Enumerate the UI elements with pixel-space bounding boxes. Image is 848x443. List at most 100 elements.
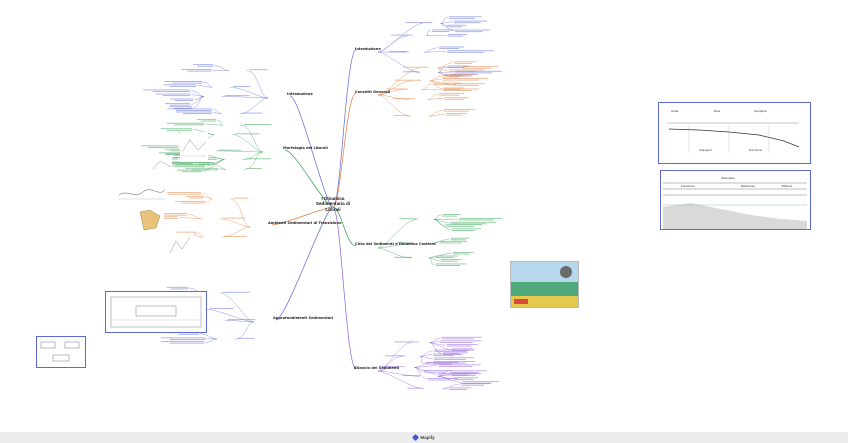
branch-right-3[interactable]: Ciclo dei Sedimenti e Dinamica Costiera xyxy=(355,242,436,246)
leaf-text-line xyxy=(143,89,190,91)
leaf-text-line xyxy=(442,79,479,81)
leaf-text-line xyxy=(227,319,256,321)
branch-right-1[interactable]: Introduzione xyxy=(355,47,381,51)
branch-left-1[interactable]: Introduzione xyxy=(287,92,313,96)
leaf-text-line xyxy=(442,74,464,76)
leaf-text-line xyxy=(443,109,476,110)
leaf-text-line xyxy=(448,34,468,35)
leaf-text-line xyxy=(443,110,469,112)
leaf-text-line xyxy=(454,61,477,63)
leaf-text-line xyxy=(385,355,406,357)
leaf-text-line xyxy=(237,337,255,339)
leaf-text-line xyxy=(448,35,464,37)
leaf-text-line xyxy=(441,338,474,340)
leaf-text-line xyxy=(433,362,467,364)
leaf-text-line xyxy=(451,239,466,241)
central-topic[interactable]: I Dinamica Sedimentaria di Litorali xyxy=(312,196,354,212)
grain-sketch xyxy=(168,233,194,257)
connector-line xyxy=(428,257,435,265)
leaf-text-line xyxy=(191,169,218,171)
leaf-text-line xyxy=(460,383,491,385)
process-diagram-svg xyxy=(110,296,202,328)
leaf-text-line xyxy=(442,88,480,90)
connector-line xyxy=(332,206,357,370)
leaf-text-line xyxy=(432,353,460,355)
leaf-text-line xyxy=(454,72,493,74)
leaf-text-line xyxy=(140,145,179,147)
footer-bar: Mapify xyxy=(0,432,848,443)
leaf-text-line xyxy=(442,215,457,217)
leaf-text-line xyxy=(445,73,475,75)
flow-chart-thumbnail xyxy=(36,336,86,368)
leaf-text-line xyxy=(172,82,203,84)
leaf-text-line xyxy=(402,66,429,68)
shore-zone-svg: Shoreface Foreshore Backshore Offshore xyxy=(663,176,807,229)
leaf-text-line xyxy=(439,240,468,242)
connector-line xyxy=(197,232,204,238)
leaf-text-line xyxy=(446,26,463,28)
leaf-text-line xyxy=(435,257,454,259)
profile-label-2: Scogliera xyxy=(754,109,767,113)
leaf-text-line xyxy=(200,120,217,122)
leaf-text-line xyxy=(193,64,214,66)
leaf-text-line xyxy=(392,98,416,100)
connector-line xyxy=(221,96,269,99)
leaf-text-line xyxy=(169,342,205,344)
leaf-text-line xyxy=(152,91,190,92)
photo-panel xyxy=(510,261,579,308)
leaf-text-line xyxy=(169,338,206,340)
connector-line xyxy=(215,159,225,164)
leaf-text-line xyxy=(433,84,457,86)
connector-line xyxy=(437,67,449,71)
connector-line xyxy=(206,198,213,203)
coastal-profile-diagram: Onde Riva Scogliera Frangenti Surf Zone xyxy=(658,102,811,164)
brand[interactable]: Mapify xyxy=(412,433,435,442)
connector-line xyxy=(191,94,204,97)
leaf-text-line xyxy=(432,355,455,356)
map-sketch-svg xyxy=(139,209,161,231)
zone-label-2: Backshore xyxy=(741,184,756,188)
leaf-text-line xyxy=(447,51,485,53)
flow-chart-svg xyxy=(40,341,80,362)
leaf-text-line xyxy=(393,115,409,116)
connector-line xyxy=(377,247,411,259)
leaf-text-line xyxy=(439,342,473,343)
leaf-text-line xyxy=(444,97,469,99)
leaf-text-line xyxy=(449,71,478,72)
leaf-text-line xyxy=(442,352,468,354)
connector-line xyxy=(246,70,269,99)
connector-line xyxy=(230,198,251,228)
connector-line xyxy=(239,97,269,114)
leaf-text-line xyxy=(451,229,476,231)
leaf-text-line xyxy=(452,253,470,255)
connector-line xyxy=(429,341,439,343)
leaf-text-line xyxy=(197,65,214,67)
leaf-text-line xyxy=(435,265,461,267)
leaf-text-line xyxy=(442,214,461,215)
leaf-text-line xyxy=(234,133,260,135)
branch-right-4[interactable]: Bilancio dei Sedimenti xyxy=(354,366,399,370)
leaf-text-line xyxy=(166,164,206,166)
leaf-text-line xyxy=(189,197,204,199)
leaf-text-line xyxy=(453,84,479,86)
leaf-text-line xyxy=(405,22,433,24)
leaf-text-line xyxy=(462,381,500,383)
leaf-text-line xyxy=(431,31,450,32)
leaf-text-line xyxy=(438,365,473,367)
leaf-text-line xyxy=(182,113,212,115)
branch-left-3[interactable]: Ambienti Sedimentari di Transizione xyxy=(268,221,342,225)
leaf-text-line xyxy=(246,168,262,170)
brand-label: Mapify xyxy=(420,435,435,440)
connector-line xyxy=(231,134,264,153)
leaf-text-line xyxy=(438,364,481,366)
branch-left-2[interactable]: Morfologia dei Litorali xyxy=(283,146,328,150)
leaf-text-line xyxy=(454,29,490,31)
leaf-text-line xyxy=(394,79,422,81)
leaf-text-line xyxy=(451,373,482,375)
branch-left-4[interactable]: Approfondimenti Sedimentari xyxy=(273,316,333,320)
leaf-text-line xyxy=(449,370,487,372)
leaf-text-line xyxy=(449,17,476,19)
profile-label-1: Riva xyxy=(714,109,720,113)
connector-line xyxy=(243,151,264,170)
branch-right-2[interactable]: Concetti Generali xyxy=(355,90,390,94)
